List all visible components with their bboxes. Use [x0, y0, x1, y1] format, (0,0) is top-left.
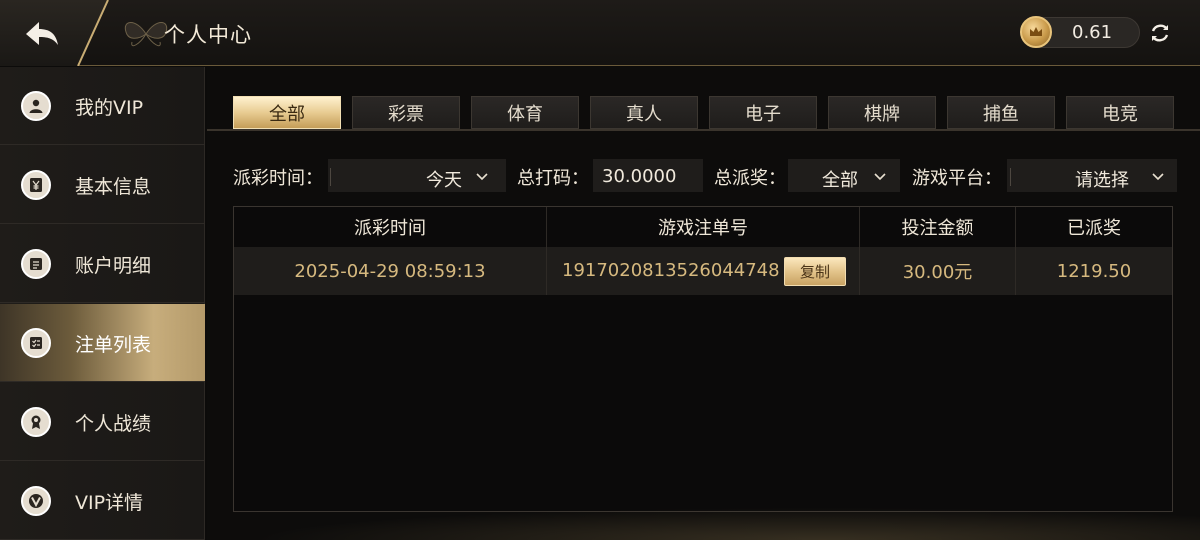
bet-records-table: 派彩时间 游戏注单号 投注金额 已派奖 2025-04-29 08:59:13 …: [233, 206, 1173, 512]
tab-fishing[interactable]: 捕鱼: [947, 96, 1055, 129]
crown-icon: [1030, 27, 1042, 36]
field-separator: [330, 168, 331, 186]
chevron-down-icon: [476, 173, 488, 181]
game-category-tabs: 全部 彩票 体育 真人 电子 棋牌 捕鱼 电竞: [207, 95, 1200, 131]
sidebar-item-my-vip[interactable]: 我的VIP: [0, 67, 205, 145]
sidebar-item-personal-record[interactable]: 个人战绩: [0, 383, 205, 461]
column-header-order-no: 游戏注单号: [547, 207, 860, 247]
sidebar-item-label: 账户明细: [75, 255, 152, 277]
page-title: 个人中心: [164, 23, 252, 47]
field-separator: [1010, 168, 1011, 186]
total-turnover-value: 30.0000: [602, 166, 677, 187]
total-payout-label: 总派奖：: [714, 168, 786, 189]
medal-glyph: [31, 415, 41, 429]
main-content: 全部 彩票 体育 真人 电子 棋牌 捕鱼 电竞 派彩时间： 今天 总打码： 30…: [207, 67, 1200, 540]
total-payout-select[interactable]: 全部: [788, 159, 900, 192]
tab-slots[interactable]: 电子: [709, 96, 817, 129]
balance-amount: 0.61: [1072, 22, 1113, 43]
yuan-glyph: [30, 178, 42, 192]
payout-time-value: 今天: [426, 170, 462, 191]
user-glyph: [29, 99, 43, 113]
sidebar-item-label: 我的VIP: [75, 97, 144, 119]
sidebar-item-label: 个人战绩: [75, 413, 152, 435]
sidebar-item-label: 注单列表: [75, 334, 152, 356]
ledger-icon: [21, 249, 51, 279]
total-turnover-label: 总打码：: [517, 168, 589, 189]
tab-sports[interactable]: 体育: [471, 96, 579, 129]
sidebar: 我的VIP 基本信息 账户明细 注单列表 个人战绩 VIP详情: [0, 67, 205, 540]
sidebar-item-account-details[interactable]: 账户明细: [0, 225, 205, 303]
vip-glyph: [29, 494, 43, 508]
tab-esports[interactable]: 电竞: [1066, 96, 1174, 129]
refresh-button[interactable]: [1148, 21, 1172, 45]
table-header: 派彩时间 游戏注单号 投注金额 已派奖: [234, 207, 1172, 247]
game-platform-select[interactable]: 请选择: [1007, 159, 1177, 192]
refresh-icon: [1151, 24, 1169, 42]
cell-payout-time: 2025-04-29 08:59:13: [234, 247, 547, 295]
total-turnover-box: 30.0000: [593, 159, 703, 192]
tab-all[interactable]: 全部: [233, 96, 341, 129]
sidebar-item-vip-details[interactable]: VIP详情: [0, 462, 205, 540]
back-arrow-icon: [26, 22, 58, 45]
copy-button[interactable]: 复制: [784, 257, 846, 286]
column-header-bet-amount: 投注金额: [860, 207, 1016, 247]
top-bar: 个人中心 0.61: [0, 0, 1200, 66]
game-platform-label: 游戏平台：: [912, 168, 1002, 189]
table-row: 2025-04-29 08:59:13 1917020813526044748 …: [234, 247, 1172, 295]
column-header-paid: 已派奖: [1067, 218, 1121, 239]
sidebar-item-bet-list[interactable]: 注单列表: [0, 304, 205, 382]
cell-order-no: 1917020813526044748: [562, 260, 780, 281]
bet-list-glyph: [30, 337, 42, 349]
total-payout-value: 全部: [822, 170, 858, 191]
ledger-glyph: [30, 258, 42, 270]
crown-coin-icon: [1020, 16, 1052, 48]
medal-icon: [21, 407, 51, 437]
cell-bet-amount: 30.00元: [860, 247, 1016, 295]
sidebar-item-label: VIP详情: [75, 492, 144, 514]
yuan-card-icon: [21, 170, 51, 200]
user-icon: [21, 91, 51, 121]
column-header-payout-time: 派彩时间: [234, 207, 547, 247]
cell-paid: 1219.50: [1056, 260, 1132, 282]
vip-badge-icon: [21, 486, 51, 516]
back-button[interactable]: [22, 18, 62, 50]
sidebar-item-label: 基本信息: [75, 176, 152, 198]
chevron-down-icon: [1152, 173, 1164, 181]
bet-list-icon: [21, 328, 51, 358]
payout-time-label: 派彩时间：: [233, 168, 323, 189]
tab-live-casino[interactable]: 真人: [590, 96, 698, 129]
tab-lottery[interactable]: 彩票: [352, 96, 460, 129]
chevron-down-icon: [874, 173, 886, 181]
header-divider: [77, 0, 109, 66]
payout-time-select[interactable]: 今天: [328, 159, 506, 192]
game-platform-value: 请选择: [1075, 170, 1129, 191]
sidebar-item-basic-info[interactable]: 基本信息: [0, 146, 205, 224]
tab-card-games[interactable]: 棋牌: [828, 96, 936, 129]
filter-bar: 派彩时间： 今天 总打码： 30.0000 总派奖： 全部 游戏平台： 请选择: [233, 157, 1177, 193]
